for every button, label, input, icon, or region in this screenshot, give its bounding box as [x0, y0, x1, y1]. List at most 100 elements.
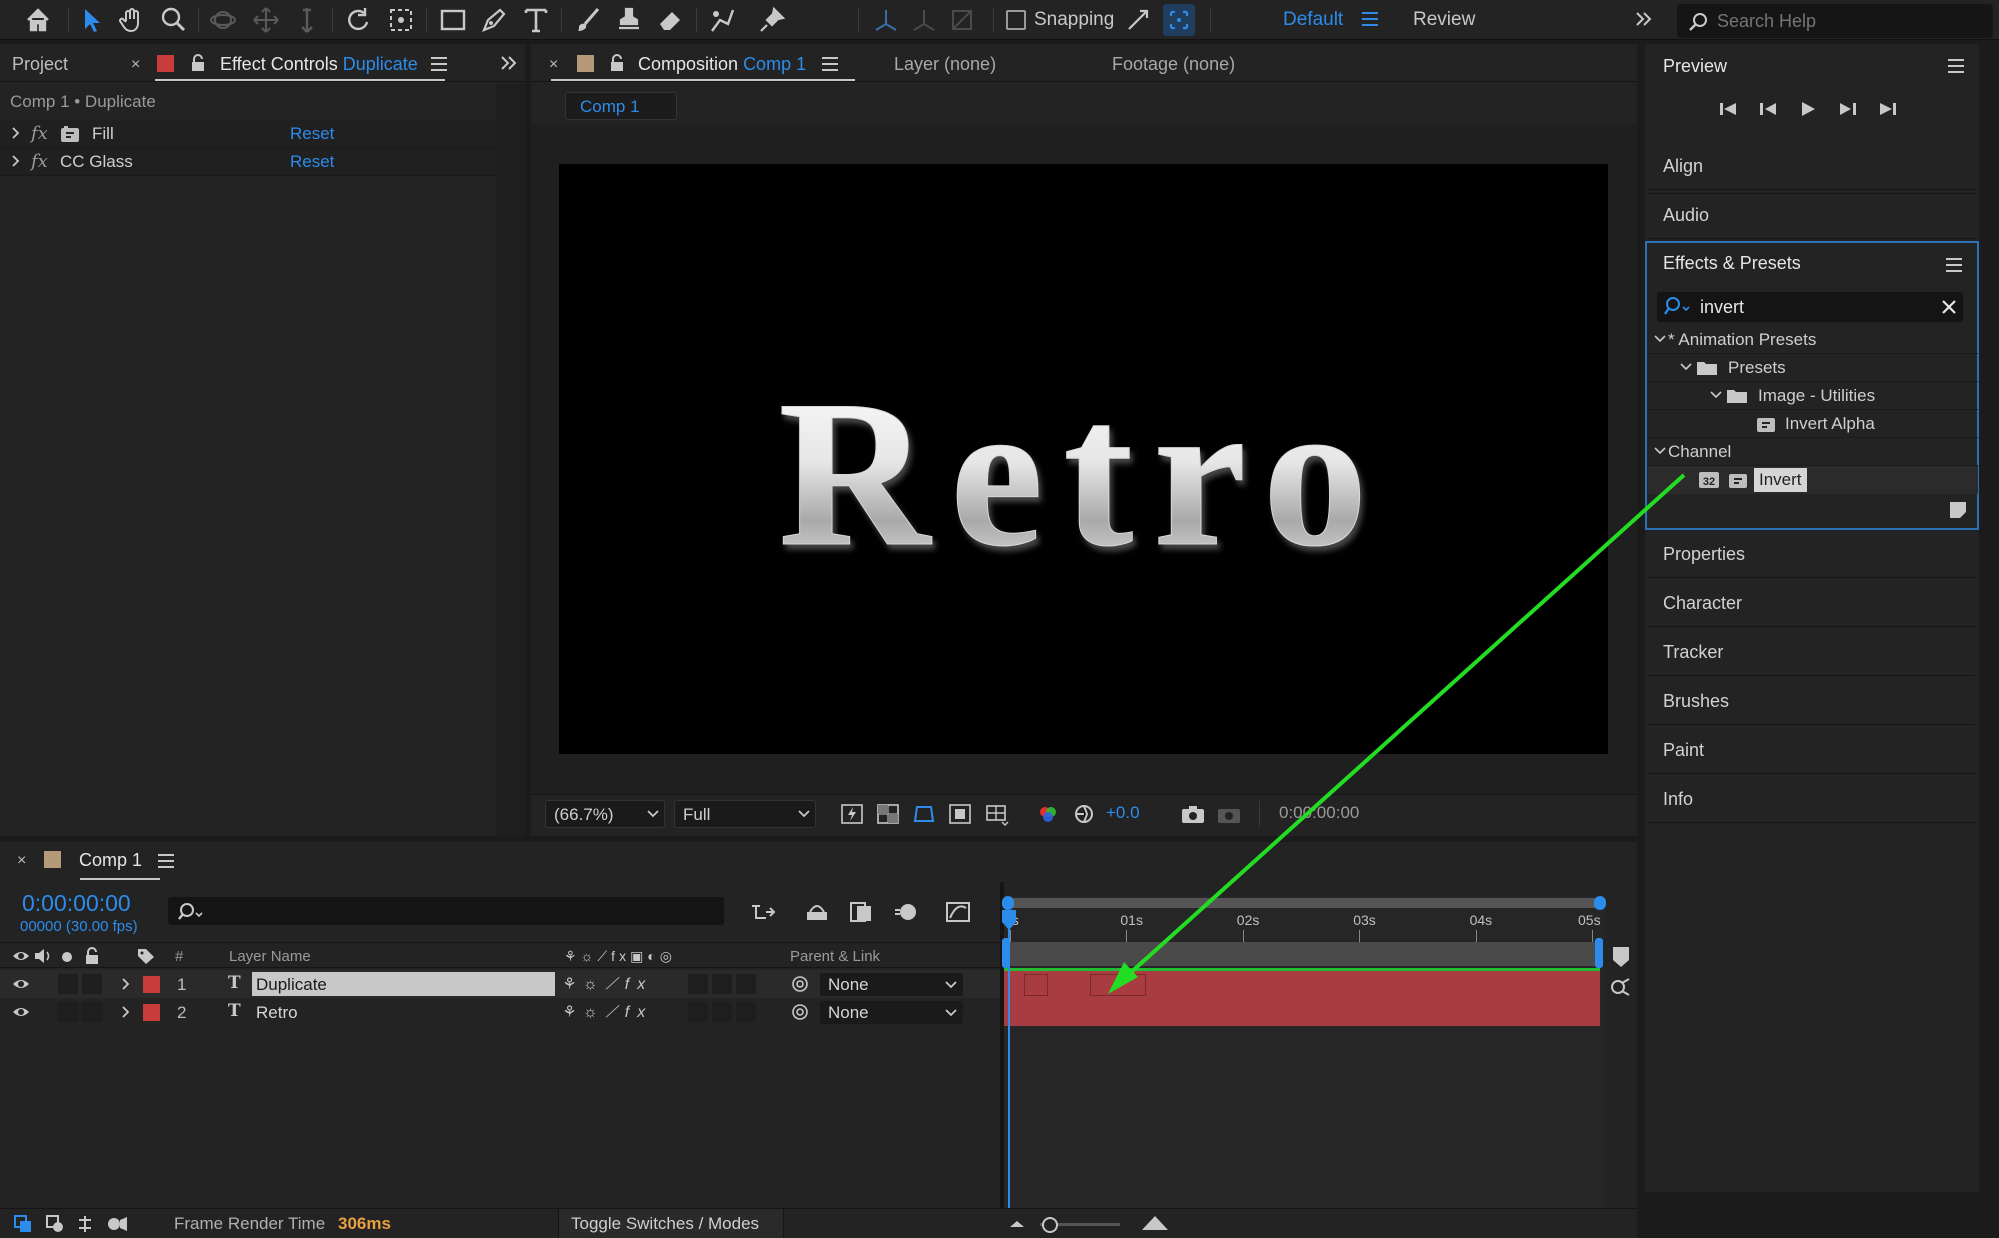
- zoom-out-icon[interactable]: [1008, 1216, 1026, 1230]
- chevron-right-icon[interactable]: [121, 976, 131, 992]
- toggle-switches-modes-button[interactable]: Toggle Switches / Modes: [558, 1209, 784, 1238]
- resolution-dropdown[interactable]: Full: [674, 800, 816, 828]
- layer-row-duplicate[interactable]: 1 T Duplicate ⚘☼⟋fx None: [0, 970, 1000, 998]
- timeline-timecode[interactable]: 0:00:00:00: [22, 890, 131, 917]
- reset-button[interactable]: Reset: [290, 152, 334, 172]
- show-snapshot-icon[interactable]: [1217, 804, 1241, 824]
- exposure-value[interactable]: +0.0: [1106, 803, 1140, 823]
- chevron-right-icon[interactable]: [11, 125, 21, 141]
- lock-icon[interactable]: [609, 54, 625, 72]
- effects-search-value[interactable]: invert: [1700, 297, 1744, 318]
- layer-switches[interactable]: ⚘☼⟋fx: [564, 974, 653, 994]
- chevron-right-icon[interactable]: [11, 153, 21, 169]
- transparency-grid-icon[interactable]: [877, 804, 899, 824]
- panel-overflow-icon[interactable]: [500, 54, 518, 72]
- reset-button[interactable]: Reset: [290, 124, 334, 144]
- work-area-bar[interactable]: [1004, 898, 1604, 908]
- tree-presets-folder[interactable]: Presets: [1648, 354, 1978, 382]
- close-icon[interactable]: ×: [131, 56, 140, 74]
- pickwhip-icon[interactable]: [790, 1003, 810, 1021]
- playhead-marker[interactable]: [1000, 910, 1018, 932]
- time-ruler[interactable]: 0s01s02s03s04s05s: [1004, 912, 1604, 942]
- section-paint[interactable]: Paint: [1647, 726, 1975, 774]
- comp-navigator-chip[interactable]: Comp 1: [565, 92, 677, 120]
- chevron-right-icon[interactable]: [121, 1004, 131, 1020]
- composition-flowchart-icon[interactable]: [750, 900, 776, 924]
- channel-rgb-icon[interactable]: [1037, 804, 1059, 824]
- layer-link-icon[interactable]: [1608, 976, 1632, 998]
- composition-canvas[interactable]: Retro: [559, 164, 1608, 754]
- workspace-review[interactable]: Review: [1413, 9, 1475, 31]
- puppet-pin-icon[interactable]: [756, 4, 788, 36]
- work-area-strip[interactable]: [1004, 942, 1600, 966]
- type-icon[interactable]: [520, 4, 552, 36]
- grid-guides-icon[interactable]: [985, 804, 1009, 826]
- last-frame-icon[interactable]: [1877, 99, 1899, 119]
- rotate-icon[interactable]: [343, 4, 375, 36]
- zoom-slider-thumb[interactable]: [1042, 1217, 1058, 1233]
- pickwhip-icon[interactable]: [790, 975, 810, 993]
- graph-editor-icon[interactable]: [945, 900, 971, 924]
- zoom-dropdown[interactable]: (66.7%): [545, 800, 665, 828]
- layer-label-color[interactable]: [143, 1004, 160, 1021]
- workspace-menu-icon[interactable]: [1361, 11, 1379, 27]
- dolly-icon[interactable]: [291, 4, 323, 36]
- local-axis-icon[interactable]: [870, 4, 902, 36]
- label-tag-icon[interactable]: [136, 947, 156, 965]
- scrollbar-track[interactable]: [496, 84, 525, 836]
- section-audio[interactable]: Audio: [1647, 191, 1975, 239]
- tree-channel-category[interactable]: Channel: [1648, 438, 1978, 466]
- layer-switches[interactable]: ⚘☼⟋fx: [564, 1002, 653, 1022]
- panel-menu-icon[interactable]: [1947, 59, 1965, 73]
- orbit-icon[interactable]: [208, 4, 240, 36]
- pen-icon[interactable]: [478, 4, 510, 36]
- parent-dropdown[interactable]: None: [820, 1001, 963, 1024]
- zoom-icon[interactable]: [157, 4, 189, 36]
- section-properties[interactable]: Properties: [1647, 530, 1975, 578]
- world-axis-icon[interactable]: [908, 4, 940, 36]
- tree-image-utilities-folder[interactable]: Image - Utilities: [1648, 382, 1978, 410]
- layer-name[interactable]: Retro: [256, 1003, 298, 1023]
- clear-search-icon[interactable]: [1941, 299, 1957, 315]
- panel-menu-icon[interactable]: [1945, 258, 1963, 272]
- panel-menu-icon[interactable]: [157, 854, 175, 868]
- zoom-in-icon[interactable]: [1140, 1214, 1170, 1232]
- fast-preview-icon[interactable]: [841, 804, 863, 824]
- snap-feature-icon[interactable]: [1122, 4, 1154, 36]
- tree-invert-alpha[interactable]: Invert Alpha: [1648, 410, 1978, 438]
- exposure-reset-icon[interactable]: [1073, 804, 1095, 824]
- section-tracker[interactable]: Tracker: [1647, 628, 1975, 676]
- hand-icon[interactable]: [116, 4, 148, 36]
- section-character[interactable]: Character: [1647, 579, 1975, 627]
- new-preset-icon[interactable]: [1948, 500, 1968, 520]
- section-align[interactable]: Align: [1647, 142, 1975, 190]
- layer-name-field-selected[interactable]: Duplicate: [252, 972, 555, 996]
- lock-icon[interactable]: [190, 54, 206, 72]
- playhead-line[interactable]: [1008, 912, 1010, 1208]
- pan-behind-icon[interactable]: [385, 4, 417, 36]
- next-frame-icon[interactable]: [1837, 99, 1859, 119]
- lock-icon[interactable]: [84, 947, 100, 965]
- tab-footage[interactable]: Footage (none): [1112, 54, 1235, 75]
- section-info[interactable]: Info: [1647, 775, 1975, 823]
- region-of-interest-icon[interactable]: [949, 804, 971, 824]
- view-axis-icon[interactable]: [946, 4, 978, 36]
- column-layer-name[interactable]: Layer Name: [229, 948, 311, 965]
- layer-label-color[interactable]: [143, 976, 160, 993]
- close-icon[interactable]: ×: [549, 56, 558, 74]
- fx-icon[interactable]: fx: [31, 123, 48, 144]
- parent-dropdown[interactable]: None: [820, 973, 963, 996]
- play-icon[interactable]: [1797, 99, 1819, 119]
- snap-grid-icon[interactable]: [1163, 4, 1195, 36]
- home-icon[interactable]: [22, 4, 54, 36]
- layer-switches-pane-icon[interactable]: [14, 1215, 32, 1233]
- workspace-overflow-icon[interactable]: [1634, 9, 1654, 29]
- clone-stamp-icon[interactable]: [613, 4, 645, 36]
- panel-menu-icon[interactable]: [821, 57, 839, 71]
- column-parent-link[interactable]: Parent & Link: [790, 948, 880, 965]
- mask-visibility-icon[interactable]: [913, 804, 935, 824]
- time-graph[interactable]: 0s01s02s03s04s05s: [1002, 896, 1606, 1208]
- eye-icon[interactable]: [12, 949, 30, 963]
- effect-row-fill[interactable]: fx Fill Reset: [0, 120, 496, 148]
- eye-icon[interactable]: [12, 977, 30, 991]
